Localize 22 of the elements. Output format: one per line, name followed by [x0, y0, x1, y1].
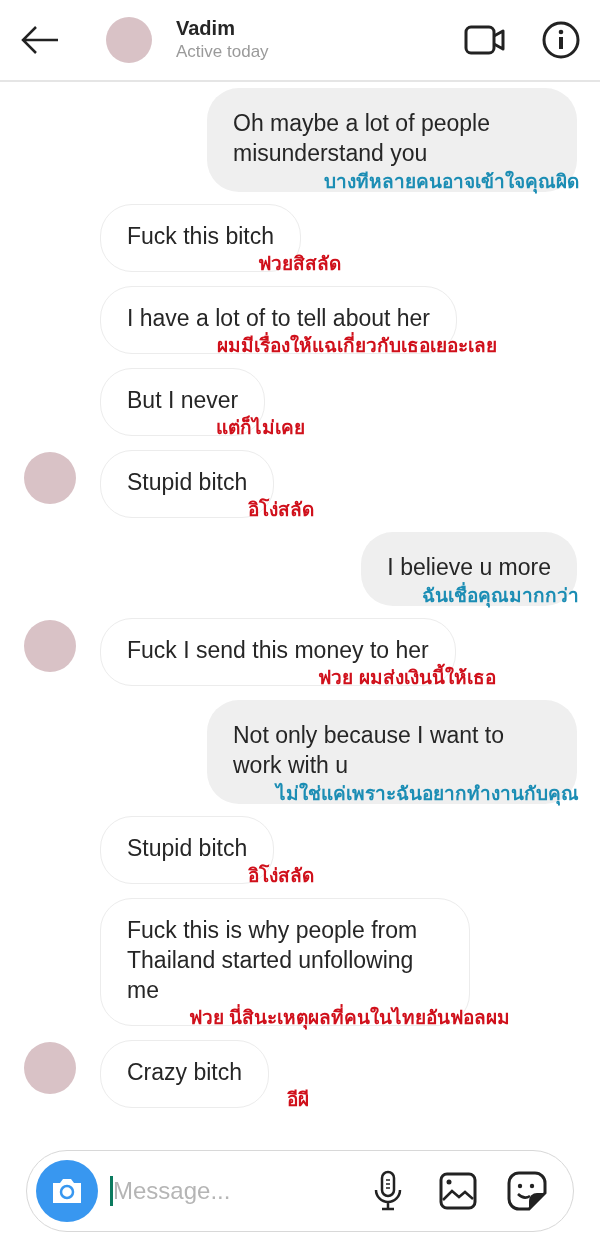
translation-caption: บางทีหลายคนอาจเข้าใจคุณผิด [324, 170, 579, 194]
translation-caption: ผมมีเรื่องให้แฉเกี่ยวกับเธอเยอะเลย [217, 334, 498, 358]
translation-caption: อิโง่สลัด [248, 864, 315, 888]
camera-button[interactable] [36, 1160, 98, 1222]
microphone-icon[interactable] [373, 1170, 403, 1212]
info-icon[interactable] [542, 21, 580, 59]
translation-caption: อิโง่สลัด [248, 498, 315, 522]
translation-caption: อีผี [287, 1088, 310, 1112]
contact-name: Vadim [176, 16, 236, 40]
translation-caption: ฟวย นี่สินะเหตุผลที่คนในไทยอันฟอลผม [188, 1006, 510, 1030]
translation-caption: ฟวยสิสลัด [258, 252, 341, 276]
active-status: Active today [176, 41, 269, 63]
translation-caption: ฉันเชื่อคุณมากกว่า [422, 584, 579, 608]
video-call-icon[interactable] [464, 24, 506, 56]
translation-caption: ไม่ใช่แค่เพราะฉันอยากทำงานกับคุณ [276, 782, 579, 806]
camera-icon [50, 1177, 84, 1205]
sticker-icon[interactable] [507, 1171, 547, 1211]
message-field[interactable]: Message... [113, 1173, 333, 1209]
message-bubble: Crazy bitch [100, 1040, 270, 1108]
image-icon[interactable] [439, 1172, 477, 1210]
back-arrow-icon[interactable] [20, 25, 60, 55]
translation-caption: แต่ก็ไม่เคย [216, 416, 306, 440]
